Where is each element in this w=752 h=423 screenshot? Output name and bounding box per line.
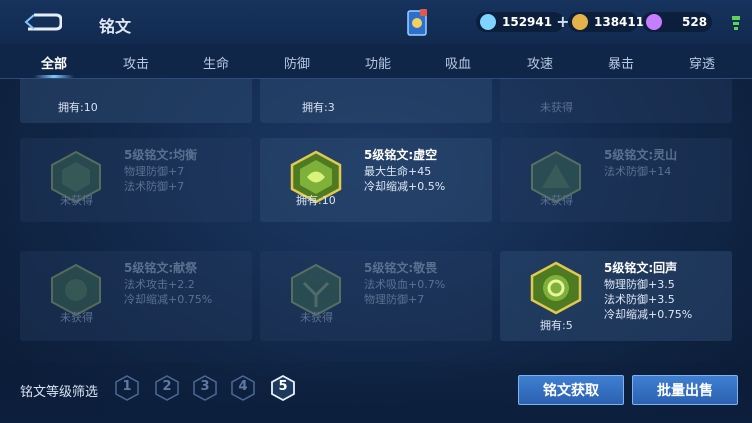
inscription-card[interactable]: 拥有:10 bbox=[20, 79, 252, 123]
gold-amount: 138411 bbox=[594, 15, 645, 29]
inscription-card-icon[interactable] bbox=[406, 9, 428, 37]
inscription-stat: 冷却缩减+0.5% bbox=[364, 180, 446, 193]
tab-function[interactable]: 功能 bbox=[365, 53, 391, 72]
owned-count: 拥有:10 bbox=[58, 101, 98, 114]
inscription-card[interactable]: 5级铭文:虚空 最大生命+45 冷却缩减+0.5% 拥有:10 bbox=[260, 138, 492, 222]
inscription-stat: 物理防御+7 bbox=[364, 293, 425, 306]
owned-count: 拥有:3 bbox=[302, 101, 335, 114]
blue-gem-icon bbox=[480, 14, 496, 30]
gem-amount: 152941 bbox=[502, 15, 553, 29]
back-arrow-icon[interactable] bbox=[22, 12, 62, 32]
level-filter-4[interactable]: 4 bbox=[231, 375, 255, 401]
inscription-stat: 法术攻击+2.2 bbox=[124, 278, 195, 291]
inscription-card[interactable]: 5级铭文:灵山 法术防御+14 未获得 bbox=[500, 138, 732, 222]
active-tab-indicator bbox=[34, 75, 74, 78]
inscription-stat: 法术防御+7 bbox=[124, 180, 185, 193]
wifi-signal-icon bbox=[732, 16, 740, 30]
owned-count: 未获得 bbox=[540, 101, 573, 114]
tab-health[interactable]: 生命 bbox=[203, 53, 229, 72]
gem-currency[interactable]: 152941 + bbox=[476, 12, 570, 32]
inscription-stat: 法术防御+14 bbox=[604, 165, 672, 178]
inscription-name: 5级铭文:献祭 bbox=[124, 261, 198, 275]
owned-count: 未获得 bbox=[540, 194, 573, 207]
inscription-stat: 法术吸血+0.7% bbox=[364, 278, 446, 291]
inscription-name: 5级铭文:敬畏 bbox=[364, 261, 438, 275]
tab-attack[interactable]: 攻击 bbox=[123, 53, 149, 72]
owned-count: 未获得 bbox=[60, 194, 93, 207]
owned-count: 拥有:5 bbox=[540, 319, 573, 332]
owned-count: 未获得 bbox=[60, 311, 93, 324]
inscription-card[interactable]: 5级铭文:敬畏 法术吸血+0.7% 物理防御+7 未获得 bbox=[260, 251, 492, 341]
inscription-card[interactable]: 5级铭文:均衡 物理防御+7 法术防御+7 未获得 bbox=[20, 138, 252, 222]
gold-currency[interactable]: 138411 bbox=[568, 12, 644, 32]
inscription-stat: 物理防御+3.5 bbox=[604, 278, 675, 291]
owned-count: 拥有:10 bbox=[296, 194, 336, 207]
inscription-stat: 冷却缩减+0.75% bbox=[604, 308, 693, 321]
gold-coin-icon bbox=[572, 14, 588, 30]
level-filter-2[interactable]: 2 bbox=[155, 375, 179, 401]
level-filter-3[interactable]: 3 bbox=[193, 375, 217, 401]
inscription-stat: 冷却缩减+0.75% bbox=[124, 293, 213, 306]
bottom-bar: 铭文等级筛选 1 2 3 4 5 铭文获取 批量出售 bbox=[0, 362, 752, 423]
top-bar: 铭文 152941 + 138411 528 bbox=[0, 0, 752, 44]
inscription-gem-icon bbox=[530, 261, 582, 315]
inscription-stat: 物理防御+7 bbox=[124, 165, 185, 178]
tab-all[interactable]: 全部 bbox=[41, 53, 67, 72]
inscription-card[interactable]: 5级铭文:献祭 法术攻击+2.2 冷却缩减+0.75% 未获得 bbox=[20, 251, 252, 341]
tab-penetration[interactable]: 穿透 bbox=[689, 53, 715, 72]
level-filter-1[interactable]: 1 bbox=[115, 375, 139, 401]
inscription-name: 5级铭文:回声 bbox=[604, 261, 678, 275]
inscription-card[interactable]: 拥有:3 bbox=[260, 79, 492, 123]
inscription-name: 5级铭文:灵山 bbox=[604, 148, 678, 162]
inscription-name: 5级铭文:均衡 bbox=[124, 148, 198, 162]
owned-count: 未获得 bbox=[300, 311, 333, 324]
inscription-name: 5级铭文:虚空 bbox=[364, 148, 438, 162]
diamond-currency[interactable]: 528 bbox=[642, 12, 712, 32]
purple-diamond-icon bbox=[646, 14, 662, 30]
category-tabs: 全部 攻击 生命 防御 功能 吸血 攻速 暴击 穿透 bbox=[0, 44, 752, 79]
tab-critical[interactable]: 暴击 bbox=[608, 53, 634, 72]
inscription-stat: 法术防御+3.5 bbox=[604, 293, 675, 306]
inscription-grid: 拥有:10 拥有:3 未获得 5级铭文:均衡 物理防御+7 法术防御+7 未获得… bbox=[0, 79, 752, 359]
level-filter-label: 铭文等级筛选 bbox=[20, 385, 99, 400]
tab-defense[interactable]: 防御 bbox=[284, 53, 310, 72]
inscription-card[interactable]: 5级铭文:回声 物理防御+3.5 法术防御+3.5 冷却缩减+0.75% 拥有:… bbox=[500, 251, 732, 341]
level-filter-5[interactable]: 5 bbox=[271, 374, 295, 402]
batch-sell-button[interactable]: 批量出售 bbox=[632, 375, 738, 405]
obtain-inscription-button[interactable]: 铭文获取 bbox=[518, 375, 624, 405]
inscription-card[interactable]: 未获得 bbox=[500, 79, 732, 123]
diamond-amount: 528 bbox=[682, 15, 708, 29]
page-title: 铭文 bbox=[99, 17, 132, 36]
tab-lifesteal[interactable]: 吸血 bbox=[445, 53, 471, 72]
inscription-stat: 最大生命+45 bbox=[364, 165, 432, 178]
tab-attack-speed[interactable]: 攻速 bbox=[527, 53, 553, 72]
